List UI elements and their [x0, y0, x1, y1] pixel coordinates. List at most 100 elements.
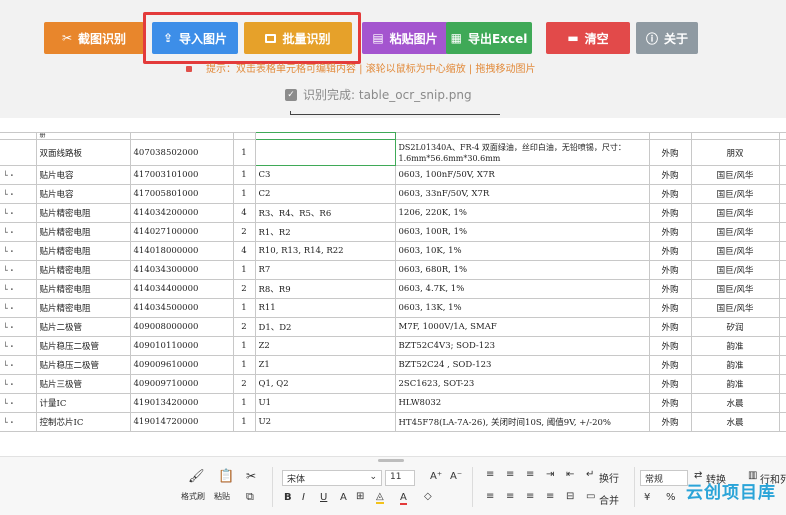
cell[interactable]: 国巨/风华 [690, 260, 780, 280]
cell[interactable]: 1 [232, 336, 256, 356]
cell[interactable]: 国巨/风华 [690, 279, 780, 299]
cell[interactable]: 0603, 10K, 1% [394, 241, 650, 261]
cell[interactable]: 外购 [648, 222, 692, 242]
cell[interactable]: 外购 [648, 374, 692, 394]
cell[interactable]: 4 [232, 203, 256, 223]
merge-icon[interactable]: ▭ [586, 491, 595, 502]
grow-font-button[interactable]: A⁺ [430, 471, 442, 482]
cell[interactable]: R10, R13, R14, R22 [254, 241, 396, 261]
cell[interactable]: U1 [254, 393, 396, 413]
strikethrough-button[interactable]: A [340, 492, 347, 503]
percent-icon[interactable]: % [666, 492, 676, 503]
cell[interactable]: 419014720000 [129, 412, 234, 432]
cell[interactable]: DS2L01340A、FR-4 双面绿油，丝印白油，无铅喷锡，尺寸：1.6mm*… [394, 139, 650, 166]
cell[interactable]: R11 [254, 298, 396, 318]
outdent-icon[interactable]: ⇤ [566, 469, 574, 480]
cell[interactable]: 贴片电容 [35, 165, 131, 185]
cell[interactable]: 0603, 100nF/50V, X7R [394, 165, 650, 185]
cell[interactable]: C3 [254, 165, 396, 185]
wrap-text-icon[interactable]: ↵ [586, 469, 594, 480]
cell[interactable]: 朋双 [690, 139, 780, 166]
cell[interactable]: └・ [0, 279, 37, 299]
cell[interactable]: 0603, 13K, 1% [394, 298, 650, 318]
cell[interactable] [254, 139, 396, 166]
cell[interactable]: HT45F78(LA-7A-26), 关闭时间10S, 阈值9V, +/-20% [394, 412, 650, 432]
cell[interactable]: 外购 [648, 393, 692, 413]
distributed-icon[interactable]: ⊟ [566, 491, 574, 502]
cell[interactable]: 双面线路板 [35, 139, 131, 166]
cell[interactable]: 2 [232, 317, 256, 337]
align-bottom-icon[interactable]: ≡ [526, 469, 534, 480]
indent-icon[interactable]: ⇥ [546, 469, 554, 480]
cell[interactable]: 414034200000 [129, 203, 234, 223]
cell[interactable]: 1 [232, 298, 256, 318]
align-left-icon[interactable]: ≡ [486, 491, 494, 502]
cell[interactable]: D1、D2 [254, 317, 396, 337]
cell[interactable]: 贴片精密电阻 [35, 260, 131, 280]
cell[interactable]: 414034500000 [129, 298, 234, 318]
cell[interactable]: 0603, 4.7K, 1% [394, 279, 650, 299]
align-top-icon[interactable]: ≡ [486, 469, 494, 480]
copy-icon[interactable]: ⧉ [246, 490, 254, 504]
format-painter-icon[interactable]: 🖌 [188, 469, 205, 484]
cell[interactable]: 1 [232, 260, 256, 280]
cell[interactable]: └・ [0, 412, 37, 432]
cell[interactable]: └・ [0, 222, 37, 242]
cell[interactable]: 4 [232, 241, 256, 261]
cell[interactable]: 贴片三极管 [35, 374, 131, 394]
italic-button[interactable]: I [302, 492, 305, 503]
cell[interactable]: 韵准 [690, 374, 780, 394]
cell[interactable]: └・ [0, 298, 37, 318]
clear-button[interactable]: ▬ 清空 [546, 22, 630, 54]
cell[interactable]: R3、R4、R5、R6 [254, 203, 396, 223]
cell[interactable]: 外购 [648, 298, 692, 318]
paste-image-button[interactable]: ▤ 粘贴图片 [362, 22, 448, 54]
cell[interactable]: 409009710000 [129, 374, 234, 394]
cell[interactable]: C2 [254, 184, 396, 204]
cell[interactable]: 2 [232, 279, 256, 299]
align-center-icon[interactable]: ≡ [506, 491, 514, 502]
cell[interactable]: 国巨/风华 [690, 222, 780, 242]
cell[interactable]: 外购 [648, 203, 692, 223]
cell[interactable]: └・ [0, 317, 37, 337]
cell[interactable]: 册 [35, 132, 131, 140]
cell[interactable]: 贴片精密电阻 [35, 241, 131, 261]
cut-icon[interactable]: ✂ [246, 469, 256, 483]
border-icon[interactable]: ⊞ [356, 491, 364, 502]
cell[interactable]: 外购 [648, 355, 692, 375]
cell[interactable]: 国巨/风华 [690, 203, 780, 223]
font-size-select[interactable]: 11 [385, 470, 415, 486]
cell[interactable]: 414034300000 [129, 260, 234, 280]
paste-icon[interactable]: 📋 [218, 469, 234, 484]
cell[interactable]: └・ [0, 165, 37, 185]
cell[interactable]: └・ [0, 184, 37, 204]
cell[interactable]: 409010110000 [129, 336, 234, 356]
cell[interactable]: 国巨/风华 [690, 298, 780, 318]
cell[interactable]: 419013420000 [129, 393, 234, 413]
font-name-select[interactable]: 宋体 ⌄ [282, 470, 382, 486]
cell[interactable]: 贴片稳压二极管 [35, 355, 131, 375]
cell[interactable]: 1 [232, 355, 256, 375]
cell[interactable]: └・ [0, 203, 37, 223]
cell[interactable]: U2 [254, 412, 396, 432]
cell[interactable]: 水晨 [690, 412, 780, 432]
cell[interactable]: 409008000000 [129, 317, 234, 337]
clear-format-icon[interactable]: ◇ [424, 491, 432, 502]
cell[interactable]: 1 [232, 184, 256, 204]
font-color-icon[interactable]: A [400, 492, 407, 505]
cell[interactable]: 外购 [648, 279, 692, 299]
cell[interactable]: 贴片精密电阻 [35, 298, 131, 318]
merge-label[interactable]: 合并 [599, 492, 619, 507]
shrink-font-button[interactable]: A⁻ [450, 471, 462, 482]
cell[interactable]: └・ [0, 355, 37, 375]
cell[interactable]: 贴片精密电阻 [35, 279, 131, 299]
cell[interactable]: 1 [232, 165, 256, 185]
cell[interactable]: 计量IC [35, 393, 131, 413]
cell[interactable]: └・ [0, 241, 37, 261]
wrap-text-label[interactable]: 换行 [599, 470, 619, 485]
cell[interactable]: 414034400000 [129, 279, 234, 299]
cell[interactable]: 414018000000 [129, 241, 234, 261]
cell[interactable]: BZT52C24 , SOD-123 [394, 355, 650, 375]
cell[interactable]: 407038502000 [129, 139, 234, 166]
cell[interactable]: 外购 [648, 139, 692, 166]
